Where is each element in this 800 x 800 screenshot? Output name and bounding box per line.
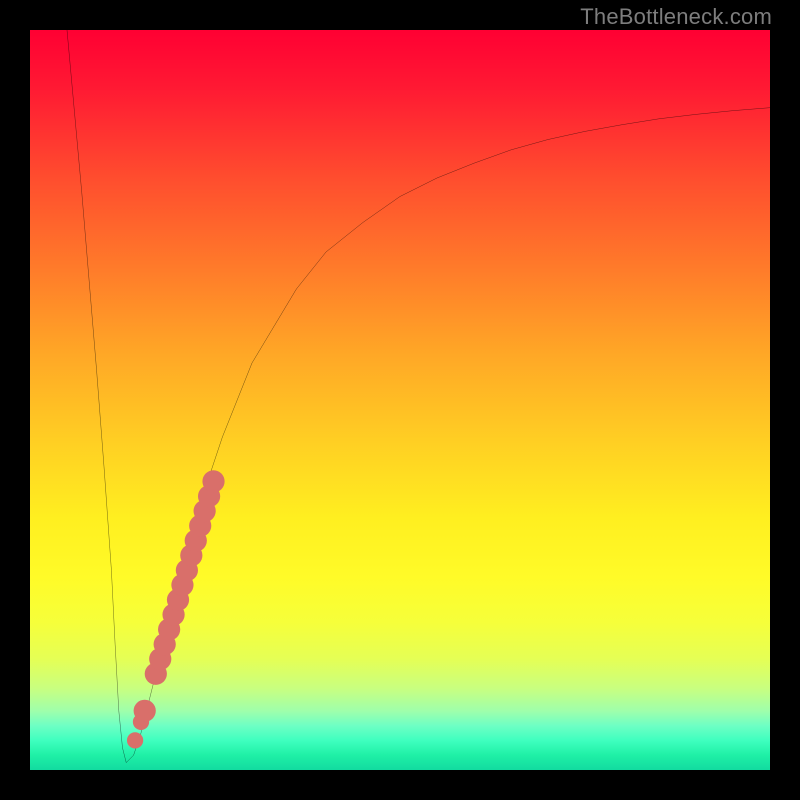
- bottleneck-curve-svg: [30, 30, 770, 770]
- highlight-dots: [127, 470, 225, 748]
- plot-area: [30, 30, 770, 770]
- chart-frame: TheBottleneck.com: [0, 0, 800, 800]
- watermark-text: TheBottleneck.com: [580, 4, 772, 30]
- bottleneck-curve-path: [67, 30, 770, 763]
- highlight-dot: [134, 700, 156, 722]
- highlight-dot: [202, 470, 224, 492]
- highlight-dot: [127, 732, 143, 748]
